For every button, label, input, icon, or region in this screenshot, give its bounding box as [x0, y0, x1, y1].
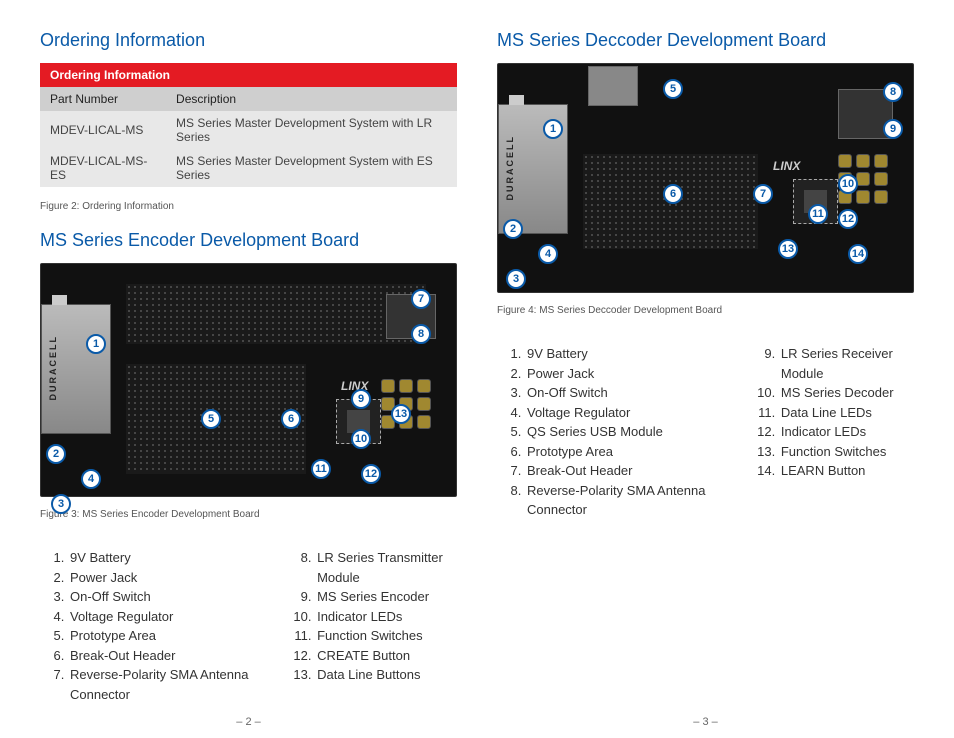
marker-1: 1 [543, 119, 563, 139]
legend-item: Data Line Buttons [315, 665, 457, 685]
ordering-row-desc: MS Series Master Development System with… [166, 111, 457, 149]
legend-item: Data Line LEDs [779, 403, 914, 423]
heading-decoder-board: MS Series Deccoder Development Board [497, 30, 914, 51]
legend-item: On-Off Switch [68, 587, 267, 607]
ordering-col-partnumber: Part Number [40, 87, 166, 111]
marker-2: 2 [503, 219, 523, 239]
marker-5: 5 [201, 409, 221, 429]
legend-item: Function Switches [315, 626, 457, 646]
legend-item: MS Series Encoder [315, 587, 457, 607]
legend-item: LR Series Receiver Module [779, 344, 914, 383]
legend-item: Indicator LEDs [779, 422, 914, 442]
encoder-legend-col2: LR Series Transmitter Module MS Series E… [287, 548, 457, 704]
ordering-row-pn: MDEV-LICAL-MS-ES [40, 149, 166, 187]
battery-icon: DURACELL [41, 304, 111, 434]
marker-6: 6 [281, 409, 301, 429]
decoder-board-image: DURACELL LINX 1 2 3 4 5 6 7 8 9 10 11 12… [497, 63, 914, 293]
figure-4-caption: Figure 4: MS Series Deccoder Development… [497, 305, 914, 316]
heading-encoder-board: MS Series Encoder Development Board [40, 230, 457, 251]
ordering-table: Ordering Information Part Number Descrip… [40, 63, 457, 187]
marker-1: 1 [86, 334, 106, 354]
marker-8: 8 [411, 324, 431, 344]
ordering-table-title: Ordering Information [40, 63, 457, 87]
marker-3: 3 [506, 269, 526, 289]
marker-6: 6 [663, 184, 683, 204]
legend-item: CREATE Button [315, 646, 457, 666]
marker-4: 4 [538, 244, 558, 264]
page-number: – 2 – [40, 704, 457, 728]
legend-item: Voltage Regulator [525, 403, 731, 423]
marker-8: 8 [883, 82, 903, 102]
marker-12: 12 [361, 464, 381, 484]
encoder-board-image: DURACELL LINX 1 2 3 4 5 6 7 8 9 10 11 12… [40, 263, 457, 497]
legend-item: LEARN Button [779, 461, 914, 481]
marker-3: 3 [51, 494, 71, 514]
legend-item: Reverse-Polarity SMA Antenna Connector [68, 665, 267, 704]
encoder-legend: 9V Battery Power Jack On-Off Switch Volt… [40, 548, 457, 704]
legend-item: MS Series Decoder [779, 383, 914, 403]
decoder-legend: 9V Battery Power Jack On-Off Switch Volt… [497, 344, 914, 520]
legend-item: On-Off Switch [525, 383, 731, 403]
marker-11: 11 [808, 204, 828, 224]
legend-item: Voltage Regulator [68, 607, 267, 627]
marker-13: 13 [391, 404, 411, 424]
marker-10: 10 [838, 174, 858, 194]
marker-9: 9 [351, 389, 371, 409]
marker-2: 2 [46, 444, 66, 464]
legend-item: Break-Out Header [68, 646, 267, 666]
legend-item: Reverse-Polarity SMA Antenna Connector [525, 481, 731, 520]
legend-item: Indicator LEDs [315, 607, 457, 627]
marker-4: 4 [81, 469, 101, 489]
battery-label: DURACELL [505, 135, 515, 201]
legend-item: 9V Battery [68, 548, 267, 568]
legend-item: Prototype Area [68, 626, 267, 646]
page-2: Ordering Information Ordering Informatio… [40, 30, 457, 728]
figure-3-caption: Figure 3: MS Series Encoder Development … [40, 509, 457, 520]
legend-item: QS Series USB Module [525, 422, 731, 442]
figure-2-caption: Figure 2: Ordering Information [40, 201, 457, 212]
ordering-row-desc: MS Series Master Development System with… [166, 149, 457, 187]
usb-module-icon [588, 66, 638, 106]
marker-12: 12 [838, 209, 858, 229]
decoder-legend-col1: 9V Battery Power Jack On-Off Switch Volt… [497, 344, 731, 520]
marker-13: 13 [778, 239, 798, 259]
prototype-area-icon [126, 284, 426, 344]
legend-item: Power Jack [68, 568, 267, 588]
marker-14: 14 [848, 244, 868, 264]
ordering-row-pn: MDEV-LICAL-MS [40, 111, 166, 149]
page-number: – 3 – [497, 704, 914, 728]
encoder-legend-col1: 9V Battery Power Jack On-Off Switch Volt… [40, 548, 267, 704]
decoder-legend-col2: LR Series Receiver Module MS Series Deco… [751, 344, 914, 520]
page-3: MS Series Deccoder Development Board DUR… [497, 30, 914, 728]
heading-ordering: Ordering Information [40, 30, 457, 51]
marker-5: 5 [663, 79, 683, 99]
legend-item: Break-Out Header [525, 461, 731, 481]
marker-10: 10 [351, 429, 371, 449]
legend-item: Power Jack [525, 364, 731, 384]
marker-7: 7 [411, 289, 431, 309]
legend-item: Prototype Area [525, 442, 731, 462]
battery-label: DURACELL [48, 335, 58, 401]
legend-item: 9V Battery [525, 344, 731, 364]
legend-item: Function Switches [779, 442, 914, 462]
legend-item: LR Series Transmitter Module [315, 548, 457, 587]
ordering-col-description: Description [166, 87, 457, 111]
linx-logo: LINX [773, 159, 800, 173]
marker-11: 11 [311, 459, 331, 479]
marker-7: 7 [753, 184, 773, 204]
marker-9: 9 [883, 119, 903, 139]
